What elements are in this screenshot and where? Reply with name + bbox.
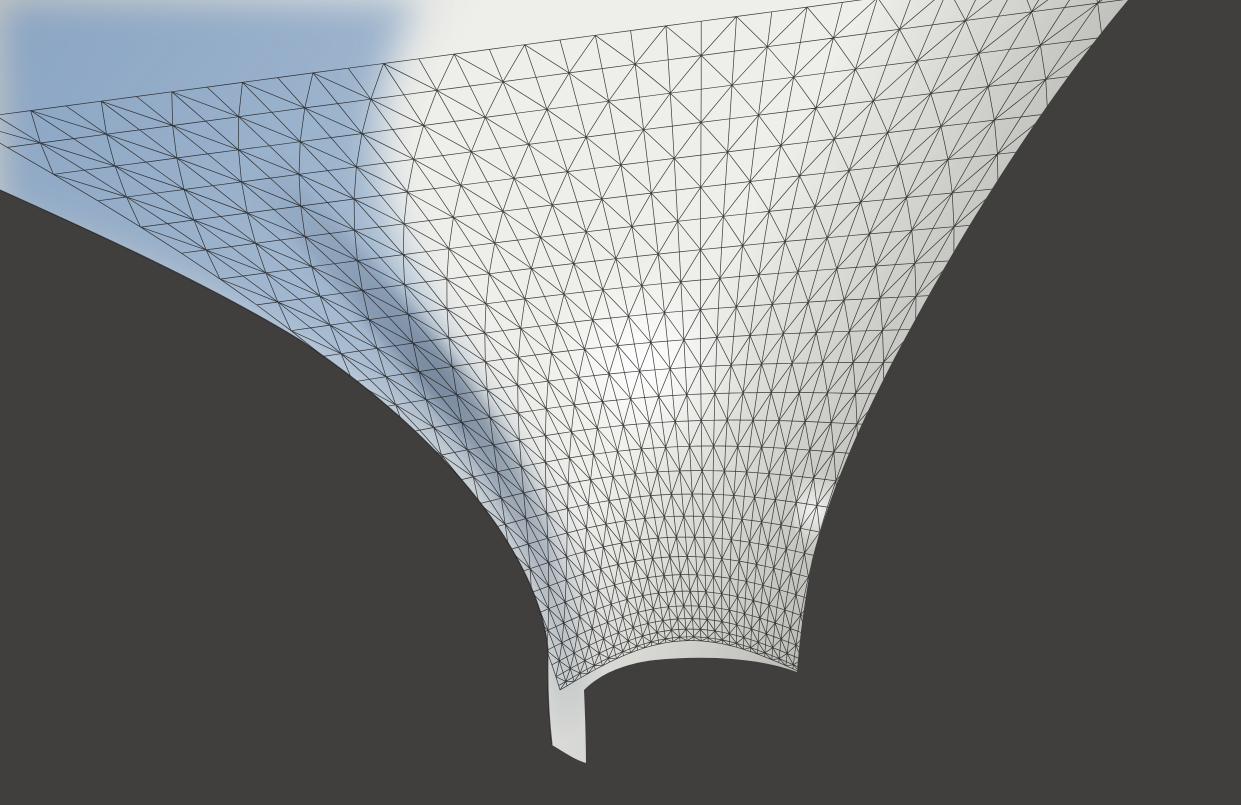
3d-viewport[interactable]: [0, 0, 1241, 805]
surface-mesh: [0, 0, 1128, 763]
mesh-render: [0, 0, 1128, 763]
